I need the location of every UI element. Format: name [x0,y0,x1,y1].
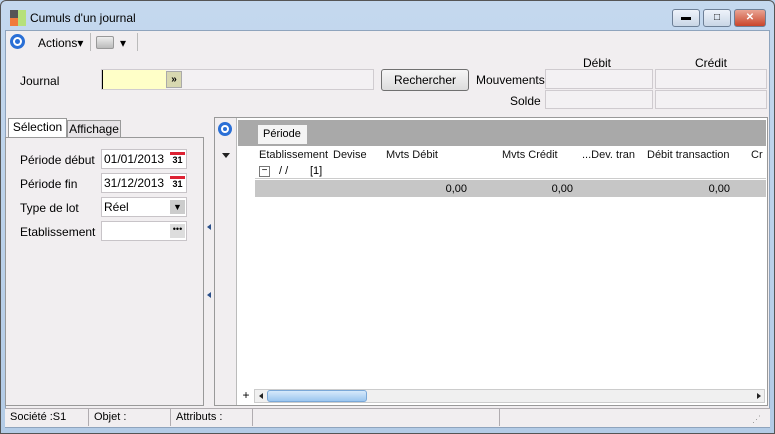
credit-header: Crédit [695,56,728,70]
add-row-button[interactable]: + [239,389,253,403]
mouvements-debit [545,69,653,89]
grid-left-strip [215,118,237,405]
column-header[interactable]: Cr [751,149,765,161]
toolbar-divider [137,33,138,51]
group-row[interactable] [255,163,766,179]
status-societe: Société :S1 [5,409,89,426]
column-header[interactable]: Débit transaction [647,149,730,161]
summary-debit-transaction: 0,00 [708,183,730,195]
rechercher-button[interactable]: Rechercher [381,69,469,91]
column-header[interactable]: Etablissement [259,149,328,161]
column-header[interactable]: Devise [333,149,367,161]
etablissement-label: Etablissement [20,225,96,239]
app-icon [10,10,26,26]
close-button[interactable]: ✕ [734,9,766,27]
calendar-icon[interactable]: 31 [170,176,185,190]
tab-selection[interactable]: Sélection [8,118,67,137]
status-objet: Objet : [89,409,171,426]
target-icon[interactable] [10,34,25,49]
printer-icon[interactable] [96,36,114,49]
group-by-bar [238,120,766,146]
journal-label: Journal [20,74,60,88]
maximize-button[interactable]: □ [703,9,731,27]
window-title: Cumuls d'un journal [30,11,136,25]
column-header[interactable]: Mvts Crédit [502,149,558,161]
mouvements-credit [655,69,767,89]
status-empty [253,409,500,426]
journal-input[interactable] [102,70,166,89]
print-dropdown[interactable]: ▾ [120,36,126,50]
dropdown-arrow-icon[interactable] [222,153,230,158]
solde-debit [545,90,653,109]
solde-credit [655,90,767,109]
column-header[interactable]: Mvts Débit [386,149,438,161]
collapse-left-icon[interactable] [207,292,211,298]
mouvements-label: Mouvements [476,73,545,87]
chevron-down-icon[interactable]: » [166,71,182,88]
debit-header: Débit [583,56,612,70]
group-chip-periode[interactable]: Période [258,125,307,144]
type-lot-label: Type de lot [20,201,79,215]
periode-debut-label: Période début [20,153,95,167]
collapse-toggle[interactable]: − [259,166,270,177]
toolbar-divider [90,33,91,51]
periode-fin-label: Période fin [20,177,78,191]
calendar-icon[interactable]: 31 [170,152,185,166]
solde-label: Solde [510,94,541,108]
ellipsis-icon[interactable]: ••• [170,224,185,238]
scroll-right-icon[interactable] [757,393,761,399]
minimize-button[interactable]: ▬ [672,9,700,27]
summary-mvts-debit: 0,00 [445,183,467,195]
group-label: / / [279,165,289,177]
target-icon[interactable] [218,122,232,136]
scroll-thumb[interactable] [267,390,367,402]
collapse-left-icon[interactable] [207,224,211,230]
group-count: [1] [310,165,323,177]
splitter[interactable] [205,117,213,406]
column-header[interactable]: ...Dev. tran [582,149,635,161]
scroll-left-icon[interactable] [259,393,263,399]
resize-grip-icon[interactable]: ⋰ [752,414,761,425]
chevron-down-icon[interactable]: ▼ [170,200,185,214]
status-attributs: Attributs : [171,409,253,426]
actions-menu[interactable]: Actions▾ [38,36,83,50]
summary-mvts-credit: 0,00 [551,183,573,195]
